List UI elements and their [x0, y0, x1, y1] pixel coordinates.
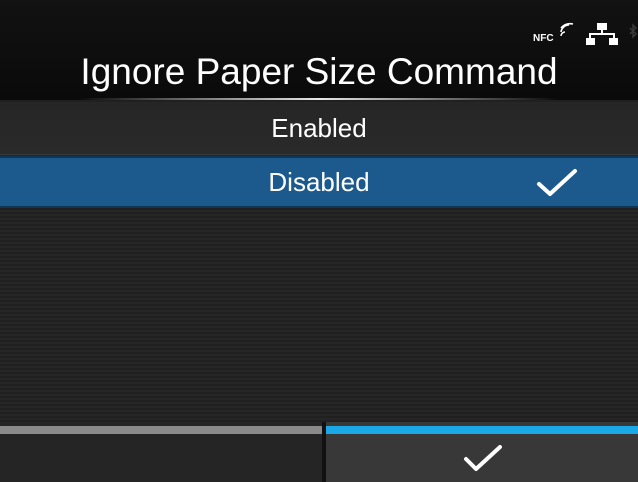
back-button-accent [0, 426, 322, 434]
bluetooth-icon [629, 23, 638, 39]
confirm-button[interactable] [326, 422, 638, 482]
network-icon [586, 23, 618, 45]
option-disabled[interactable]: Disabled [0, 156, 638, 208]
confirm-button-accent [326, 426, 638, 434]
checkmark-icon [464, 445, 502, 471]
option-label: Disabled [268, 167, 370, 197]
printer-settings-screen: NFC Ignore Paper Size Command Enabled Di… [0, 0, 638, 482]
page-title: Ignore Paper Size Command [80, 51, 558, 92]
status-icons: NFC [532, 22, 638, 46]
nfc-icon: NFC [533, 22, 574, 44]
option-enabled[interactable]: Enabled [0, 102, 638, 155]
nfc-label: NFC [533, 33, 554, 44]
option-list: Enabled Disabled [0, 100, 638, 422]
checkmark-icon [537, 169, 577, 196]
back-button[interactable] [0, 422, 322, 482]
header: NFC Ignore Paper Size Command [0, 0, 638, 100]
option-label: Enabled [271, 113, 367, 143]
